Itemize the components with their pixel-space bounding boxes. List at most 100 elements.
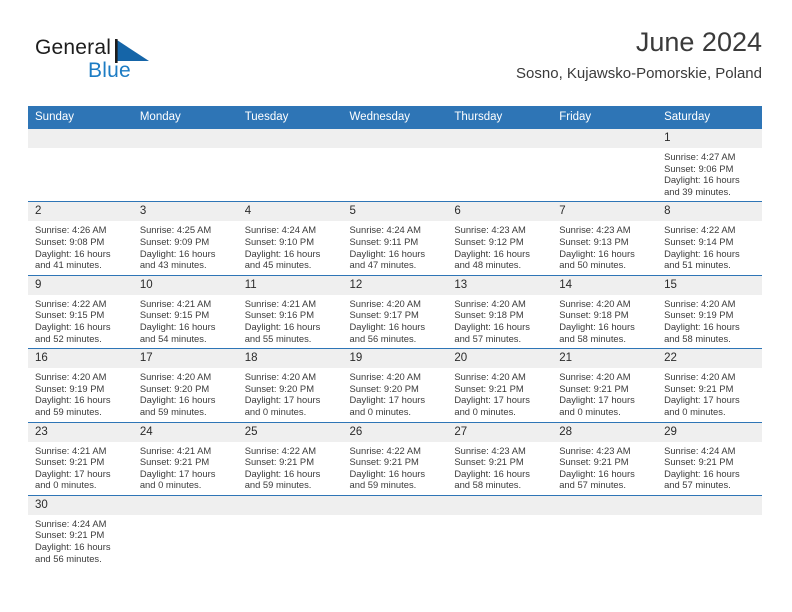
sunrise-text: Sunrise: 4:20 AM <box>559 297 631 309</box>
day-number <box>237 495 343 515</box>
day-details: Sunrise: 4:21 AM Sunset: 9:16 PM Daylight:… <box>238 295 343 348</box>
sunset-text: Sunset: 9:08 PM <box>35 235 105 247</box>
daylight-text: Daylight: 16 hours and 41 minutes. <box>35 247 111 271</box>
sunset-text: Sunset: 9:10 PM <box>244 235 314 247</box>
sunset-text: Sunset: 9:13 PM <box>559 235 629 247</box>
day-details: Sunrise: 4:20 AM Sunset: 9:18 PM Daylight:… <box>552 295 657 348</box>
sunset-text: Sunset: 9:21 PM <box>664 456 734 468</box>
sunrise-text: Sunrise: 4:20 AM <box>664 371 736 383</box>
weekday-header-tuesday: Tuesday <box>237 106 343 129</box>
day-details: Sunrise: 4:24 AM Sunset: 9:11 PM Daylight:… <box>343 221 448 274</box>
daylight-text: Daylight: 16 hours and 59 minutes. <box>139 394 216 417</box>
daylight-text: Daylight: 16 hours and 52 minutes. <box>35 320 111 344</box>
calendar-day-cell[interactable]: 16 Sunrise: 4:20 AM Sunset: 9:19 PM Dayligh… <box>28 348 133 422</box>
calendar-day-cell[interactable]: 27 Sunrise: 4:23 AM Sunset: 9:21 PM Dayligh… <box>447 421 553 496</box>
calendar-day-cell[interactable]: 28 Sunrise: 4:23 AM Sunset: 9:21 PM Dayligh… <box>552 421 658 496</box>
calendar-day-cell[interactable]: 30 Sunrise: 4:24 AM Sunset: 9:21 PM Dayligh… <box>28 494 133 569</box>
daylight-text: Daylight: 16 hours and 50 minutes. <box>559 247 635 271</box>
day-details: Sunrise: 4:20 AM Sunset: 9:21 PM Daylight:… <box>447 368 552 421</box>
day-number: 19 <box>342 349 448 369</box>
day-details: Sunrise: 4:27 AM Sunset: 9:06 PM Daylight:… <box>657 148 762 201</box>
day-number <box>132 129 238 148</box>
calendar-day-cell[interactable]: 12 Sunrise: 4:20 AM Sunset: 9:17 PM Dayligh… <box>342 274 448 349</box>
day-number: 10 <box>132 275 238 295</box>
calendar-day-cell[interactable]: 6 Sunrise: 4:23 AM Sunset: 9:12 PM Daylight… <box>447 201 553 276</box>
day-number <box>657 495 762 515</box>
day-details: Sunrise: 4:21 AM Sunset: 9:15 PM Daylight:… <box>133 295 238 348</box>
day-number <box>552 495 658 515</box>
sunrise-text: Sunrise: 4:26 AM <box>35 224 107 236</box>
calendar-day-cell[interactable]: 24 Sunrise: 4:21 AM Sunset: 9:21 PM Dayligh… <box>132 421 238 496</box>
calendar-week-row: 16 Sunrise: 4:20 AM Sunset: 9:19 PM Dayligh… <box>28 348 762 422</box>
page-header: General Blue June 2024 Sosno, Kujawsko-P… <box>30 28 762 100</box>
day-number: 26 <box>342 422 448 442</box>
day-number: 29 <box>657 422 762 442</box>
sunrise-text: Sunrise: 4:22 AM <box>664 224 736 236</box>
calendar-day-cell[interactable]: 21 Sunrise: 4:20 AM Sunset: 9:21 PM Dayligh… <box>552 348 658 422</box>
day-details: Sunrise: 4:21 AM Sunset: 9:21 PM Daylight:… <box>28 442 133 495</box>
calendar-day-cell[interactable]: 23 Sunrise: 4:21 AM Sunset: 9:21 PM Dayligh… <box>28 421 133 496</box>
day-details: Sunrise: 4:20 AM Sunset: 9:20 PM Daylight:… <box>133 368 238 421</box>
day-number: 14 <box>552 275 658 295</box>
calendar-day-cell[interactable]: 26 Sunrise: 4:22 AM Sunset: 9:21 PM Dayligh… <box>342 421 448 496</box>
calendar-day-cell-empty <box>342 494 448 569</box>
calendar-day-cell[interactable]: 10 Sunrise: 4:21 AM Sunset: 9:15 PM Dayligh… <box>132 274 238 349</box>
sunset-text: Sunset: 9:20 PM <box>244 382 314 394</box>
daylight-text: Daylight: 17 hours and 0 minutes. <box>244 394 321 417</box>
calendar-day-cell[interactable]: 13 Sunrise: 4:20 AM Sunset: 9:18 PM Dayligh… <box>447 274 553 349</box>
daylight-text: Daylight: 17 hours and 0 minutes. <box>35 467 111 491</box>
day-details: Sunrise: 4:22 AM Sunset: 9:21 PM Daylight:… <box>238 442 343 495</box>
calendar-day-cell[interactable]: 8 Sunrise: 4:22 AM Sunset: 9:14 PM Daylight… <box>657 201 762 276</box>
day-number: 20 <box>447 349 553 369</box>
day-number: 12 <box>342 275 448 295</box>
calendar-day-cell[interactable]: 22 Sunrise: 4:20 AM Sunset: 9:21 PM Dayligh… <box>657 348 762 422</box>
day-details: Sunrise: 4:20 AM Sunset: 9:19 PM Daylight:… <box>28 368 133 421</box>
sunrise-text: Sunrise: 4:23 AM <box>559 224 631 236</box>
sunset-text: Sunset: 9:18 PM <box>454 309 524 321</box>
calendar-day-cell-empty <box>132 127 238 202</box>
calendar-day-cell[interactable]: 4 Sunrise: 4:24 AM Sunset: 9:10 PM Daylight… <box>237 201 343 276</box>
calendar-day-cell[interactable]: 15 Sunrise: 4:20 AM Sunset: 9:19 PM Dayligh… <box>657 274 762 349</box>
sunset-text: Sunset: 9:16 PM <box>244 309 314 321</box>
day-number: 18 <box>237 349 343 369</box>
calendar-header-row: Sunday Monday Tuesday Wednesday Thursday… <box>28 106 762 129</box>
sunset-text: Sunset: 9:21 PM <box>454 456 524 468</box>
day-details: Sunrise: 4:24 AM Sunset: 9:21 PM Daylight:… <box>657 442 762 495</box>
calendar-day-cell[interactable]: 2 Sunrise: 4:26 AM Sunset: 9:08 PM Daylight… <box>28 201 133 276</box>
calendar-day-cell[interactable]: 25 Sunrise: 4:22 AM Sunset: 9:21 PM Dayligh… <box>237 421 343 496</box>
day-details: Sunrise: 4:23 AM Sunset: 9:21 PM Daylight:… <box>447 442 552 495</box>
calendar-day-cell[interactable]: 9 Sunrise: 4:22 AM Sunset: 9:15 PM Daylight… <box>28 274 133 349</box>
sunset-text: Sunset: 9:21 PM <box>35 456 105 468</box>
day-details: Sunrise: 4:20 AM Sunset: 9:17 PM Daylight:… <box>343 295 448 348</box>
calendar-day-cell[interactable]: 5 Sunrise: 4:24 AM Sunset: 9:11 PM Daylight… <box>342 201 448 276</box>
sunrise-text: Sunrise: 4:24 AM <box>244 224 317 236</box>
daylight-text: Daylight: 16 hours and 58 minutes. <box>664 320 740 344</box>
calendar-day-cell-empty <box>28 127 133 202</box>
brand-logo[interactable]: General Blue <box>35 36 175 94</box>
day-details: Sunrise: 4:22 AM Sunset: 9:14 PM Daylight:… <box>657 221 762 274</box>
calendar-day-cell[interactable]: 20 Sunrise: 4:20 AM Sunset: 9:21 PM Dayligh… <box>447 348 553 422</box>
calendar-week-row: 2 Sunrise: 4:26 AM Sunset: 9:08 PM Daylight… <box>28 201 762 276</box>
sunrise-text: Sunrise: 4:27 AM <box>664 151 736 162</box>
day-details: Sunrise: 4:20 AM Sunset: 9:19 PM Daylight:… <box>657 295 762 348</box>
calendar-day-cell[interactable]: 11 Sunrise: 4:21 AM Sunset: 9:16 PM Dayligh… <box>237 274 343 349</box>
calendar-day-cell[interactable]: 17 Sunrise: 4:20 AM Sunset: 9:20 PM Dayligh… <box>132 348 238 422</box>
calendar-day-cell[interactable]: 29 Sunrise: 4:24 AM Sunset: 9:21 PM Dayligh… <box>657 421 762 496</box>
calendar-day-cell[interactable]: 18 Sunrise: 4:20 AM Sunset: 9:20 PM Dayligh… <box>237 348 343 422</box>
calendar-week-row: 23 Sunrise: 4:21 AM Sunset: 9:21 PM Dayligh… <box>28 421 762 496</box>
day-number: 30 <box>28 495 133 515</box>
calendar-day-cell[interactable]: 1 Sunrise: 4:27 AM Sunset: 9:06 PM Daylight… <box>657 127 762 202</box>
day-details: Sunrise: 4:23 AM Sunset: 9:13 PM Daylight:… <box>552 221 657 274</box>
calendar-day-cell[interactable]: 19 Sunrise: 4:20 AM Sunset: 9:20 PM Dayligh… <box>342 348 448 422</box>
day-details: Sunrise: 4:22 AM Sunset: 9:21 PM Daylight:… <box>343 442 448 495</box>
sunset-text: Sunset: 9:21 PM <box>244 456 314 468</box>
weekday-header-monday: Monday <box>132 106 238 129</box>
day-number <box>28 129 133 148</box>
day-number: 6 <box>447 202 553 222</box>
calendar-day-cell[interactable]: 7 Sunrise: 4:23 AM Sunset: 9:13 PM Daylight… <box>552 201 658 276</box>
sunrise-text: Sunrise: 4:23 AM <box>454 444 526 456</box>
calendar-day-cell[interactable]: 14 Sunrise: 4:20 AM Sunset: 9:18 PM Dayligh… <box>552 274 658 349</box>
sunrise-text: Sunrise: 4:24 AM <box>349 224 421 236</box>
sunset-text: Sunset: 9:21 PM <box>349 456 419 468</box>
calendar-day-cell[interactable]: 3 Sunrise: 4:25 AM Sunset: 9:09 PM Daylight… <box>132 201 238 276</box>
